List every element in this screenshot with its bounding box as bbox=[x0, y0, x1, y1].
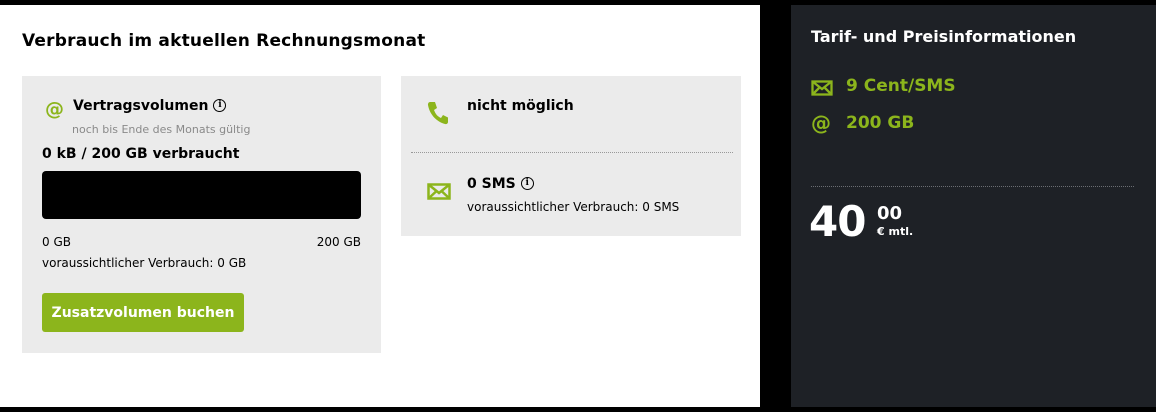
tariff-title: Tarif- und Preisinformationen bbox=[811, 27, 1077, 46]
data-volume-subtitle: noch bis Ende des Monats gültig bbox=[72, 123, 251, 136]
axis-min-label: 0 GB bbox=[42, 235, 71, 249]
sms-label: 0 SMS i bbox=[467, 176, 534, 192]
price-cents: 00 bbox=[877, 203, 903, 224]
data-volume-card: @ Vertragsvolumen i noch bis Ende des Mon… bbox=[22, 76, 381, 353]
divider bbox=[811, 186, 1134, 187]
book-extra-volume-button[interactable]: Zusatzvolumen buchen bbox=[42, 293, 244, 332]
calls-sms-card: nicht möglich 0 SMS i voraussichtlicher V… bbox=[401, 76, 741, 236]
data-used-text: 0 kB / 200 GB verbraucht bbox=[42, 146, 240, 162]
info-icon[interactable]: i bbox=[520, 177, 534, 190]
usage-panel: Verbrauch im aktuellen Rechnungsmonat @ … bbox=[0, 5, 760, 407]
divider bbox=[411, 152, 733, 153]
sms-forecast: voraussichtlicher Verbrauch: 0 SMS bbox=[467, 200, 680, 214]
tariff-item-text: 9 Cent/SMS bbox=[846, 76, 956, 96]
usage-title: Verbrauch im aktuellen Rechnungsmonat bbox=[22, 31, 426, 51]
data-usage-bar bbox=[42, 171, 361, 219]
price-main: 40 bbox=[809, 197, 866, 246]
sms-label-text: 0 SMS bbox=[467, 176, 516, 192]
price-unit: € mtl. bbox=[877, 225, 914, 238]
tariff-item-text: 200 GB bbox=[846, 113, 915, 133]
envelope-icon bbox=[427, 183, 451, 204]
tariff-panel: Tarif- und Preisinformationen 9 Cent/SMS… bbox=[791, 5, 1156, 407]
at-icon: @ bbox=[811, 111, 831, 135]
phone-icon bbox=[427, 101, 449, 129]
data-volume-label: Vertragsvolumen i bbox=[73, 98, 227, 114]
calls-label: nicht möglich bbox=[467, 98, 574, 114]
data-volume-label-text: Vertragsvolumen bbox=[73, 98, 209, 114]
at-icon: @ bbox=[45, 98, 64, 120]
info-icon[interactable]: i bbox=[213, 99, 227, 112]
axis-max-label: 200 GB bbox=[316, 235, 361, 249]
envelope-icon bbox=[811, 80, 833, 101]
data-forecast: voraussichtlicher Verbrauch: 0 GB bbox=[42, 256, 247, 270]
